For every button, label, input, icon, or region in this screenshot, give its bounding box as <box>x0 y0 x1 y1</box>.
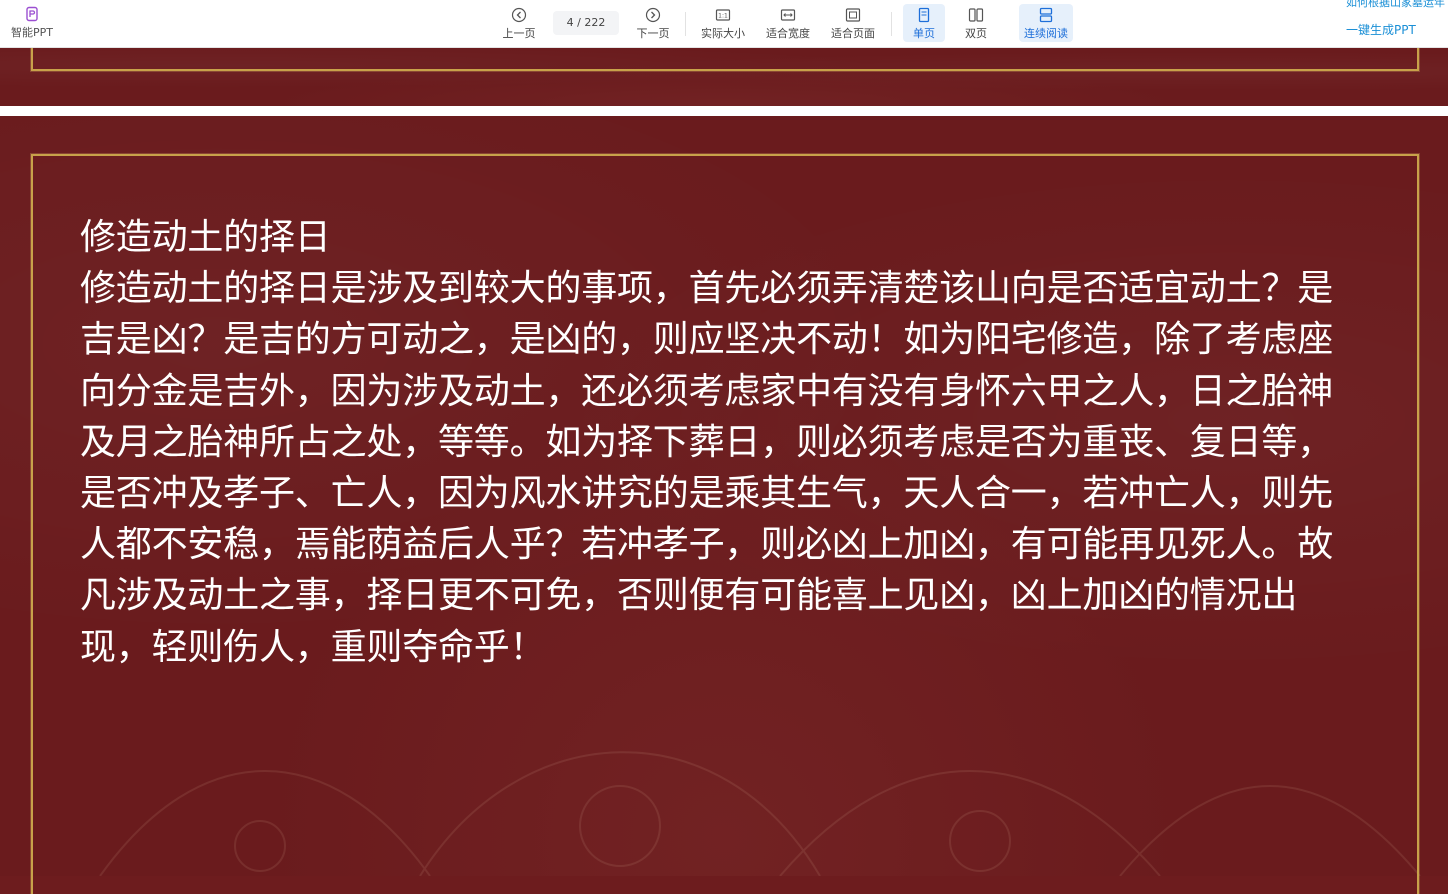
smart-ppt-icon <box>26 6 38 22</box>
slide-title: 修造动土的择日 <box>80 217 331 258</box>
actual-size-button[interactable]: 1:1 实际大小 <box>697 4 749 42</box>
prev-page-label: 上一页 <box>502 27 536 40</box>
single-page-icon <box>918 7 930 23</box>
next-page-label: 下一页 <box>636 27 670 40</box>
continuous-reading-icon <box>1039 7 1053 23</box>
actual-size-label: 实际大小 <box>701 27 745 40</box>
smart-ppt-button[interactable]: 智能PPT <box>8 6 56 40</box>
slide-body-text: 修造动土的择日是涉及到较大的事项，首先必须弄清楚该山向是否适宜动土？是吉是凶？是… <box>80 268 1334 668</box>
double-page-button[interactable]: 双页 <box>955 4 997 42</box>
fit-width-button[interactable]: 适合宽度 <box>762 4 814 42</box>
svg-text:1:1: 1:1 <box>718 13 728 20</box>
continuous-reading-button[interactable]: 连续阅读 <box>1019 4 1073 42</box>
previous-slide <box>0 38 1448 106</box>
fit-width-icon <box>780 9 796 21</box>
page-indicator-input[interactable]: 4 / 222 <box>553 11 619 35</box>
chevron-right-circle-icon <box>645 7 661 23</box>
fit-width-label: 适合宽度 <box>766 27 810 40</box>
generate-ppt-link[interactable]: 一键生成PPT <box>1346 21 1416 38</box>
next-page-button[interactable]: 下一页 <box>631 4 675 42</box>
double-page-label: 双页 <box>965 27 987 40</box>
document-viewer[interactable]: 修造动土的择日 修造动土的择日是涉及到较大的事项，首先必须弄清楚该山向是否适宜动… <box>0 38 1448 894</box>
current-slide: 修造动土的择日 修造动土的择日是涉及到较大的事项，首先必须弄清楚该山向是否适宜动… <box>0 116 1448 894</box>
fit-page-button[interactable]: 适合页面 <box>827 4 879 42</box>
slide-text-block: 修造动土的择日 修造动土的择日是涉及到较大的事项，首先必须弄清楚该山向是否适宜动… <box>80 212 1360 673</box>
related-doc-link[interactable]: 如何根据山家墓运年 <box>1346 0 1445 10</box>
chevron-left-circle-icon <box>511 7 527 23</box>
toolbar-divider <box>891 12 892 36</box>
single-page-button[interactable]: 单页 <box>903 4 945 42</box>
fit-page-icon <box>845 8 861 22</box>
toolbar-divider <box>685 12 686 36</box>
smart-ppt-label: 智能PPT <box>11 26 53 39</box>
prev-page-button[interactable]: 上一页 <box>497 4 541 42</box>
fit-page-label: 适合页面 <box>831 27 875 40</box>
actual-size-icon: 1:1 <box>715 9 731 21</box>
single-page-label: 单页 <box>913 27 935 40</box>
double-page-icon <box>968 8 984 22</box>
continuous-reading-label: 连续阅读 <box>1024 27 1068 40</box>
viewer-toolbar: 智能PPT 上一页 4 / 222 下一页 1:1 实际大小 适合宽度 适合页面… <box>0 0 1448 48</box>
